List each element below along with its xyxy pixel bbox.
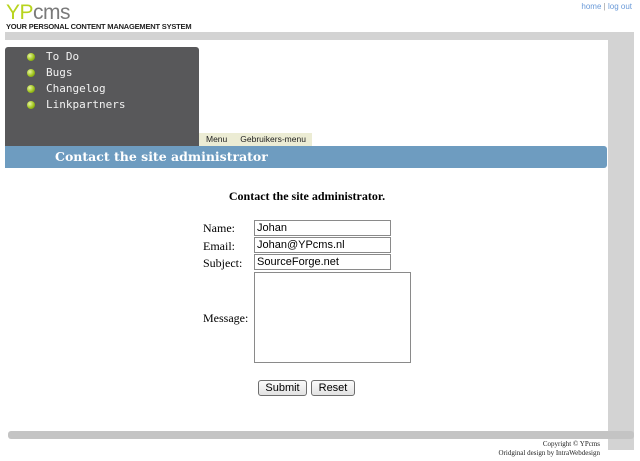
submit-button[interactable]: Submit [258,380,307,396]
green-bullet-icon [27,100,35,109]
sidebar-item-label: Changelog [46,82,106,95]
page-title-bar: Contact the site administrator [5,146,607,168]
email-label: Email: [203,239,235,253]
home-link[interactable]: home [581,2,601,11]
footer: Copyright © YPcms Oridginal design by In… [499,440,601,458]
logo-tagline: YOUR PERSONAL CONTENT MANAGEMENT SYSTEM [6,22,192,31]
tab-gebruikers-menu[interactable]: Gebruikers-menu [233,133,312,146]
sidebar-item-label: Bugs [46,66,73,79]
tab-menu[interactable]: Menu [199,133,234,146]
sidebar-item-changelog[interactable]: Changelog [27,81,106,96]
sidebar-item-label: Linkpartners [46,98,126,111]
subject-field[interactable]: SourceForge.net [254,254,391,270]
name-label: Name: [203,221,235,235]
logout-link[interactable]: log out [608,2,632,11]
footer-design-credit: Oridginal design by IntraWebdesign [498,449,601,457]
top-links-separator: | [603,2,606,11]
sidebar-item-todo[interactable]: To Do [27,49,79,64]
message-label: Message: [203,311,249,325]
green-bullet-icon [27,68,35,77]
frame-shadow-right [608,32,634,450]
sidebar-item-label: To Do [46,50,80,63]
form-heading: Contact the site administrator. [228,189,386,203]
footer-copyright: Copyright © YPcms [542,440,600,448]
logo-letter-p: P [19,1,34,24]
page-title: Contact the site administrator [55,149,268,164]
logo-letter-y: Y [6,1,20,24]
name-field[interactable]: Johan [254,220,391,236]
subject-label: Subject: [203,256,243,270]
message-textarea[interactable] [254,272,411,363]
email-field[interactable]: Johan@YPcms.nl [254,237,391,253]
green-bullet-icon [27,52,35,61]
menu-tabs: Menu Gebruikers-menu [199,133,312,146]
frame-shadow-bottom [8,431,634,439]
logo-wordmark: YPcms [6,2,191,24]
sidebar-item-bugs[interactable]: Bugs [27,65,73,80]
top-links: home | log out [581,2,632,11]
frame-shadow-top [5,32,634,40]
sidebar-menu: To Do Bugs Changelog Linkpartners [5,47,199,146]
site-logo[interactable]: YPcms YOUR PERSONAL CONTENT MANAGEMENT S… [6,2,192,32]
reset-button[interactable]: Reset [311,380,355,396]
logo-cms: cms [33,1,71,24]
green-bullet-icon [27,84,35,93]
sidebar-item-linkpartners[interactable]: Linkpartners [27,97,125,112]
